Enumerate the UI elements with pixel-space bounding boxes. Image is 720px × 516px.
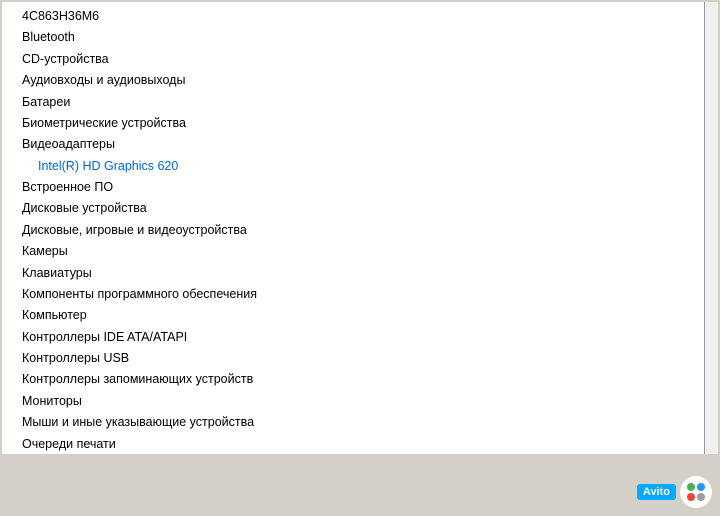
dot-4 xyxy=(697,493,705,501)
avito-icon xyxy=(680,476,712,508)
tree-item[interactable]: Камеры xyxy=(2,241,718,262)
device-tree: 4C863H36M6BluetoothCD-устройстваАудиовхо… xyxy=(2,2,718,454)
tree-item[interactable]: Очереди печати xyxy=(2,434,718,455)
dot-3 xyxy=(687,493,695,501)
tree-item[interactable]: Аудиовходы и аудиовыходы xyxy=(2,70,718,91)
tree-item[interactable]: Контроллеры USB xyxy=(2,348,718,369)
tree-item[interactable]: Дисковые, игровые и видеоустройства xyxy=(2,220,718,241)
tree-item[interactable]: Биометрические устройства xyxy=(2,113,718,134)
tree-item[interactable]: Intel(R) HD Graphics 620 xyxy=(2,156,718,177)
tree-item[interactable]: Видеоадаптеры xyxy=(2,134,718,155)
tree-item[interactable]: 4C863H36M6 xyxy=(2,6,718,27)
scrollbar[interactable] xyxy=(704,2,718,454)
device-manager-window: 4C863H36M6BluetoothCD-устройстваАудиовхо… xyxy=(0,0,720,516)
avito-label: Avito xyxy=(637,484,676,500)
tree-item[interactable]: CD-устройства xyxy=(2,49,718,70)
tree-item[interactable]: Контроллеры IDE ATA/ATAPI xyxy=(2,327,718,348)
tree-item[interactable]: Контроллеры запоминающих устройств xyxy=(2,369,718,390)
tree-item[interactable]: Батареи xyxy=(2,92,718,113)
avito-dots xyxy=(685,481,707,503)
tree-item[interactable]: Мониторы xyxy=(2,391,718,412)
tree-item[interactable]: Компоненты программного обеспечения xyxy=(2,284,718,305)
tree-item[interactable]: Клавиатуры xyxy=(2,263,718,284)
dot-1 xyxy=(687,483,695,491)
dot-2 xyxy=(697,483,705,491)
tree-item[interactable]: Дисковые устройства xyxy=(2,198,718,219)
bottom-bar: Avito xyxy=(0,456,720,516)
avito-logo: Avito xyxy=(637,476,712,508)
tree-item[interactable]: Компьютер xyxy=(2,305,718,326)
tree-item[interactable]: Встроенное ПО xyxy=(2,177,718,198)
tree-item[interactable]: Bluetooth xyxy=(2,27,718,48)
tree-item[interactable]: Мыши и иные указывающие устройства xyxy=(2,412,718,433)
tree-view-area[interactable]: 4C863H36M6BluetoothCD-устройстваАудиовхо… xyxy=(2,2,718,454)
